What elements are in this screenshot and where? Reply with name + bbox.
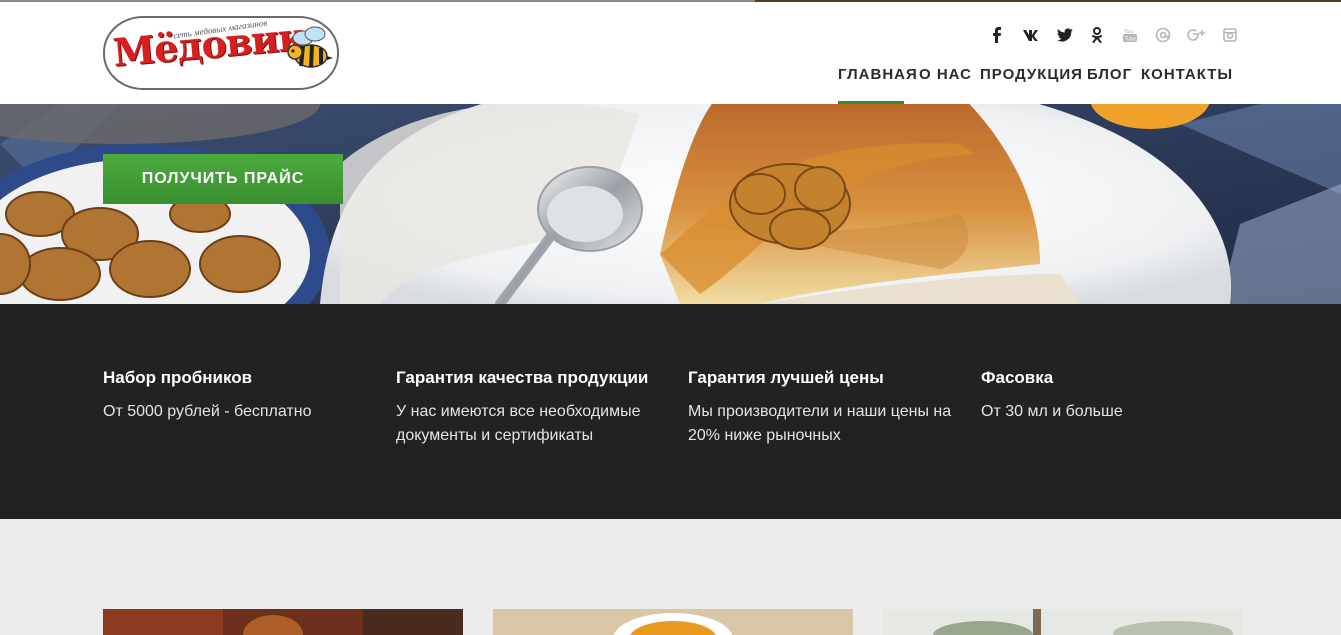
mail-icon[interactable] xyxy=(1154,26,1172,44)
features-band: Набор пробников От 5000 рублей - бесплат… xyxy=(0,304,1341,519)
feature-title: Фасовка xyxy=(981,368,1054,387)
feature-item: Гарантия лучшей цены Мы производители и … xyxy=(688,368,963,448)
google-plus-icon[interactable] xyxy=(1187,26,1205,44)
feature-text: У нас имеются все необходимые документы … xyxy=(396,403,641,444)
hero-banner: ПОЛУЧИТЬ ПРАЙС xyxy=(0,104,1341,304)
feature-item: Набор пробников От 5000 рублей - бесплат… xyxy=(103,368,378,424)
logo[interactable]: сеть медовых магазинов Мёдовик xyxy=(103,13,339,90)
nav-products[interactable]: ПРОДУКЦИЯ xyxy=(980,64,1083,104)
page: сеть медовых магазинов Мёдовик You Tube … xyxy=(0,0,1341,635)
product-cards xyxy=(0,519,1341,635)
nav-blog[interactable]: БЛОГ xyxy=(1087,64,1132,104)
feature-title: Набор пробников xyxy=(103,368,253,387)
product-card-image[interactable] xyxy=(103,609,463,635)
feature-text: От 30 мл и больше xyxy=(981,403,1123,420)
twitter-icon[interactable] xyxy=(1056,26,1074,44)
get-price-button[interactable]: ПОЛУЧИТЬ ПРАЙС xyxy=(103,154,343,204)
svg-text:You: You xyxy=(1123,29,1133,35)
feature-item: Фасовка От 30 мл и больше xyxy=(981,368,1256,424)
hero-photo xyxy=(0,104,1341,304)
feature-title: Гарантия лучшей цены xyxy=(688,368,884,387)
product-card-image[interactable] xyxy=(493,609,853,635)
nav-about[interactable]: О НАС xyxy=(919,64,972,104)
nav-contacts[interactable]: КОНТАКТЫ xyxy=(1141,64,1233,104)
vk-icon[interactable] xyxy=(1022,26,1040,44)
youtube-icon[interactable]: You Tube xyxy=(1121,26,1139,44)
bee-icon xyxy=(287,26,333,68)
feature-text: От 5000 рублей - бесплатно xyxy=(103,403,312,420)
odnoklassniki-icon[interactable] xyxy=(1088,26,1106,44)
feature-title: Гарантия качества продукции xyxy=(396,368,649,387)
feature-item: Гарантия качества продукции У нас имеютс… xyxy=(396,368,671,448)
instagram-icon[interactable] xyxy=(1221,26,1239,44)
facebook-icon[interactable] xyxy=(988,26,1006,44)
nav-home[interactable]: ГЛАВНАЯ xyxy=(838,64,917,104)
site-header: сеть медовых магазинов Мёдовик You Tube … xyxy=(0,2,1341,104)
product-card-image[interactable] xyxy=(883,609,1243,635)
feature-text: Мы производители и наши цены на 20% ниже… xyxy=(688,403,952,444)
svg-text:Tube: Tube xyxy=(1124,37,1137,43)
